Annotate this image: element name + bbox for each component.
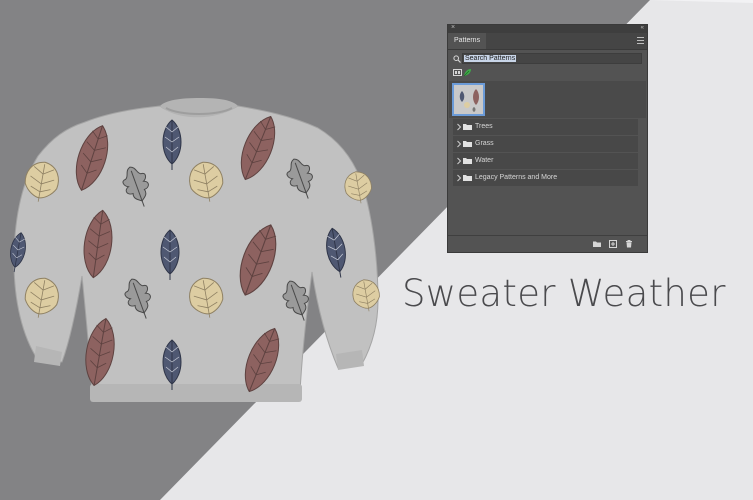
search-input[interactable]: Search Patterns	[462, 53, 642, 64]
panel-titlebar[interactable]: × «	[448, 24, 647, 33]
new-pattern-icon[interactable]	[609, 240, 617, 248]
folder-icon	[463, 141, 472, 147]
list-item[interactable]: Water	[453, 153, 638, 170]
panel-footer	[448, 235, 647, 252]
pattern-group-list: Trees Grass Water Legacy Patterns and Mo…	[453, 119, 638, 187]
grid-view-icon[interactable]	[453, 68, 462, 77]
patterns-panel: × « Patterns Search Patterns Trees Grass…	[447, 24, 648, 253]
group-label: Trees	[475, 123, 493, 130]
list-item[interactable]: Grass	[453, 136, 638, 153]
list-item[interactable]: Legacy Patterns and More	[453, 170, 638, 187]
folder-icon	[463, 124, 472, 130]
close-icon[interactable]: ×	[451, 24, 455, 32]
chevron-right-icon[interactable]	[456, 157, 462, 165]
headline-text: Sweater Weather	[402, 272, 726, 315]
collapse-icon[interactable]: «	[641, 24, 644, 32]
chevron-right-icon[interactable]	[456, 140, 462, 148]
group-label: Grass	[475, 140, 494, 147]
search-icon	[453, 55, 461, 63]
group-label: Water	[475, 157, 494, 164]
folder-icon	[463, 175, 472, 181]
trash-icon[interactable]	[625, 240, 633, 248]
pattern-thumbnail-strip	[449, 81, 646, 118]
chevron-right-icon[interactable]	[456, 174, 462, 182]
folder-icon	[463, 158, 472, 164]
tab-patterns[interactable]: Patterns	[448, 33, 487, 49]
new-group-icon[interactable]	[593, 240, 601, 248]
pattern-thumbnail[interactable]	[452, 83, 485, 116]
leaf-pattern-icon[interactable]	[463, 68, 472, 77]
list-item[interactable]: Trees	[453, 119, 638, 136]
chevron-right-icon[interactable]	[456, 123, 462, 131]
panel-tab-row: Patterns	[448, 33, 647, 50]
group-label: Legacy Patterns and More	[475, 174, 558, 181]
leaf-pattern-preview-icon	[454, 85, 483, 114]
panel-menu-icon[interactable]	[637, 37, 644, 44]
